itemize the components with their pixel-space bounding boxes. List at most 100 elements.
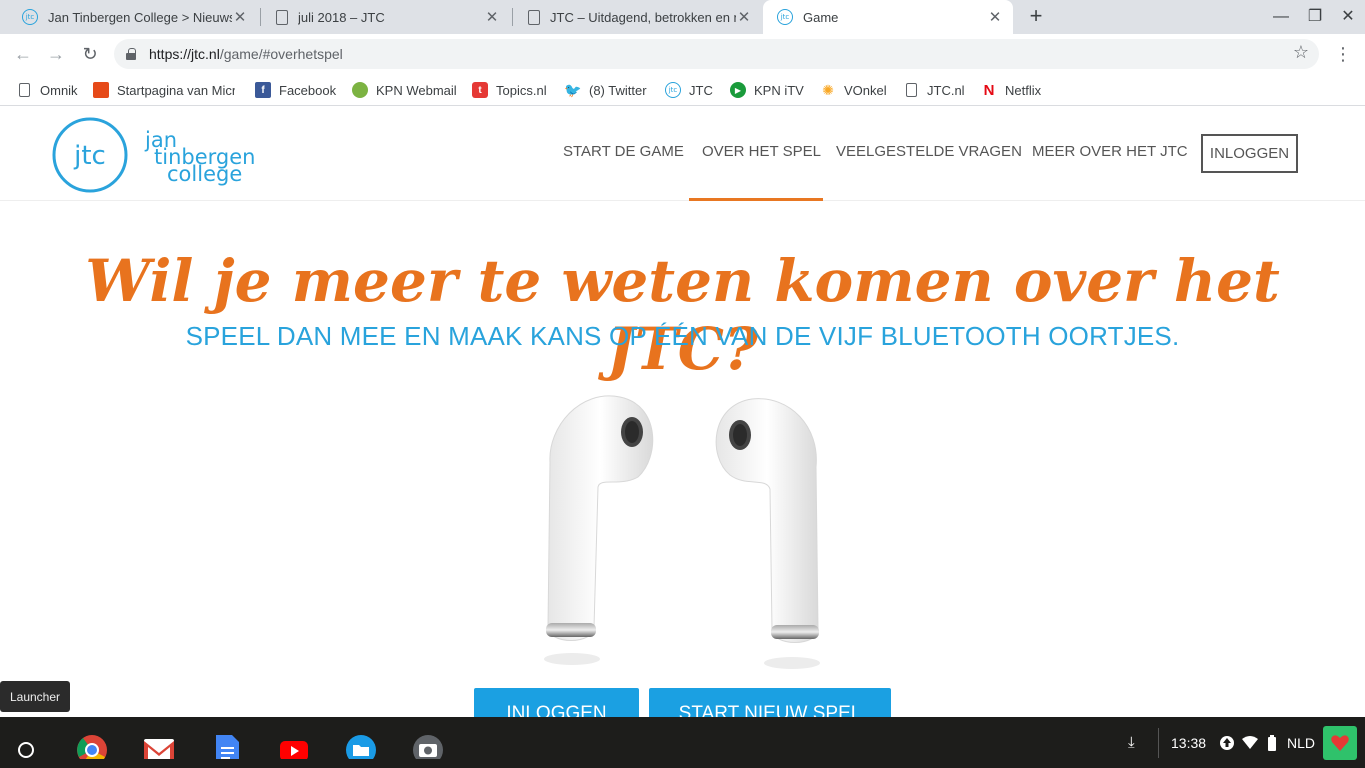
page-icon bbox=[903, 82, 919, 98]
facebook-icon: f bbox=[255, 82, 271, 98]
download-glyph-icon: ⤓ bbox=[1128, 734, 1135, 751]
docs-app[interactable] bbox=[210, 725, 244, 765]
bookmarks-bar: Omnik Startpagina van Micr f Facebook KP… bbox=[0, 74, 1365, 106]
camera-app[interactable] bbox=[411, 725, 445, 765]
bookmark-jtc[interactable]: jtc JTC bbox=[665, 80, 713, 100]
download-icon[interactable]: ⤓ bbox=[1128, 717, 1135, 768]
page-favicon-icon bbox=[276, 9, 288, 25]
kpn-webmail-icon bbox=[352, 82, 368, 98]
wifi-glyph-icon bbox=[1242, 735, 1258, 749]
bookmark-label: Netflix bbox=[1005, 82, 1042, 98]
youtube-icon bbox=[280, 741, 308, 761]
chrome-menu-icon[interactable]: ⋮ bbox=[1334, 42, 1352, 66]
gmail-icon bbox=[144, 739, 174, 761]
tab-title: Jan Tinbergen College > Nieuws bbox=[48, 9, 232, 25]
nav-meer-over-het-jtc[interactable]: MEER OVER HET JTC bbox=[1032, 143, 1188, 160]
jtc-logo-icon: jtc jan tinbergen college bbox=[52, 117, 255, 193]
page-icon bbox=[16, 82, 32, 98]
inloggen-cta-button[interactable]: INLOGGEN bbox=[474, 688, 639, 717]
battery-icon[interactable] bbox=[1267, 717, 1277, 768]
bookmark-netflix[interactable]: N Netflix bbox=[981, 80, 1042, 100]
launcher-button[interactable] bbox=[9, 725, 43, 759]
jtc-favicon-icon: jtc bbox=[777, 9, 793, 25]
bookmark-jtc-nl[interactable]: JTC.nl bbox=[903, 80, 965, 100]
gmail-app[interactable] bbox=[142, 725, 176, 761]
bookmark-label: Omnik bbox=[40, 82, 78, 98]
earbuds-image bbox=[544, 395, 820, 669]
notification-badge[interactable] bbox=[1323, 717, 1357, 768]
web-page: jtc jan tinbergen college START DE GAME … bbox=[0, 107, 1365, 717]
jtc-favicon-icon: jtc bbox=[22, 9, 38, 25]
nav-veelgestelde-vragen[interactable]: VEELGESTELDE VRAGEN bbox=[836, 143, 1022, 160]
bookmark-label: Facebook bbox=[279, 82, 337, 98]
bookmark-label: JTC bbox=[689, 82, 713, 98]
logo-line3: college bbox=[167, 162, 242, 186]
bookmark-label: (8) Twitter bbox=[589, 82, 647, 98]
close-window-icon[interactable]: ✕ bbox=[1337, 6, 1359, 28]
logo-mark: jtc bbox=[73, 141, 106, 171]
lock-icon[interactable] bbox=[126, 48, 136, 60]
bookmark-kpn-itv[interactable]: ▶ KPN iTV bbox=[730, 80, 804, 100]
bookmark-label: KPN Webmail bbox=[376, 82, 457, 98]
bookmark-label: JTC.nl bbox=[927, 82, 965, 98]
tab-title: JTC – Uitdagend, betrokken en n bbox=[550, 9, 736, 25]
vonkel-icon: ✺ bbox=[822, 81, 834, 98]
tab-juli-2018[interactable]: juli 2018 – JTC ✕ bbox=[262, 0, 510, 34]
clock[interactable]: 13:38 bbox=[1171, 717, 1206, 768]
bookmark-omnik[interactable]: Omnik bbox=[16, 80, 78, 100]
address-bar[interactable]: https://jtc.nl/game/#overhetspel ☆ bbox=[114, 39, 1319, 69]
reload-icon[interactable]: ↻ bbox=[78, 42, 102, 66]
chrome-icon bbox=[77, 735, 107, 766]
topics-icon: t bbox=[472, 82, 488, 98]
tab-jtc-nieuws[interactable]: jtc Jan Tinbergen College > Nieuws ✕ bbox=[8, 0, 258, 34]
bookmark-topics[interactable]: t Topics.nl bbox=[472, 80, 547, 100]
youtube-app[interactable] bbox=[277, 725, 311, 761]
minimize-icon[interactable]: — bbox=[1270, 6, 1292, 28]
tray-separator bbox=[1158, 717, 1159, 768]
launcher-tooltip: Launcher bbox=[0, 681, 70, 712]
tab-separator bbox=[512, 8, 513, 26]
tab-strip: jtc Jan Tinbergen College > Nieuws ✕ jul… bbox=[0, 0, 1365, 34]
new-tab-button[interactable]: + bbox=[1022, 2, 1050, 30]
close-tab-icon[interactable]: ✕ bbox=[484, 8, 500, 26]
url-host: https://jtc.nl bbox=[149, 46, 220, 62]
chrome-app[interactable] bbox=[75, 725, 109, 766]
tab-separator bbox=[260, 8, 261, 26]
nav-start-de-game[interactable]: START DE GAME bbox=[563, 143, 684, 160]
tab-jtc-uitdagend[interactable]: JTC – Uitdagend, betrokken en n ✕ bbox=[514, 0, 762, 34]
url-path: /game/#overhetspel bbox=[219, 46, 343, 62]
page-subline: SPEEL DAN MEE EN MAAK KANS OP ÉÉN VAN DE… bbox=[185, 321, 1180, 351]
close-tab-icon[interactable]: ✕ bbox=[232, 8, 248, 26]
kpn-itv-icon: ▶ bbox=[730, 82, 746, 98]
twitter-icon: 🐦 bbox=[564, 81, 582, 98]
close-tab-icon[interactable]: ✕ bbox=[736, 8, 752, 26]
forward-arrow-icon[interactable]: → bbox=[44, 42, 68, 66]
chromeos-shelf: ⤓ 13:38 NLD bbox=[0, 717, 1365, 768]
restore-icon[interactable]: ❐ bbox=[1304, 6, 1326, 28]
sync-icon[interactable] bbox=[1219, 717, 1235, 768]
app-badge-icon bbox=[1323, 725, 1357, 760]
bookmark-vonkel[interactable]: ✺ VOnkel bbox=[820, 80, 887, 100]
files-icon bbox=[346, 735, 376, 765]
bookmark-label: Topics.nl bbox=[496, 82, 547, 98]
back-arrow-icon[interactable]: ← bbox=[11, 42, 35, 66]
tab-game[interactable]: jtc Game ✕ bbox=[763, 0, 1013, 34]
bookmark-twitter[interactable]: 🐦 (8) Twitter bbox=[564, 80, 647, 100]
language-indicator[interactable]: NLD bbox=[1287, 717, 1315, 768]
wifi-icon[interactable] bbox=[1241, 717, 1259, 768]
bookmark-label: Startpagina van Micr bbox=[117, 82, 235, 98]
jtc-logo[interactable]: jtc jan tinbergen college bbox=[50, 117, 300, 197]
site-header: jtc jan tinbergen college START DE GAME … bbox=[0, 107, 1365, 201]
bookmark-startpagina[interactable]: Startpagina van Micr bbox=[93, 80, 235, 100]
bookmark-star-icon[interactable]: ☆ bbox=[1293, 42, 1309, 63]
login-button[interactable]: INLOGGEN bbox=[1201, 134, 1298, 173]
close-tab-icon[interactable]: ✕ bbox=[987, 8, 1003, 26]
upload-circle-icon bbox=[1220, 735, 1234, 750]
bookmark-kpn-webmail[interactable]: KPN Webmail bbox=[352, 80, 457, 100]
nav-active-indicator bbox=[689, 198, 823, 201]
launcher-circle-icon bbox=[18, 742, 34, 758]
nav-over-het-spel[interactable]: OVER HET SPEL bbox=[702, 143, 821, 160]
start-nieuw-spel-button[interactable]: START NIEUW SPEL bbox=[649, 688, 891, 717]
bookmark-facebook[interactable]: f Facebook bbox=[255, 80, 336, 100]
files-app[interactable] bbox=[344, 725, 378, 765]
